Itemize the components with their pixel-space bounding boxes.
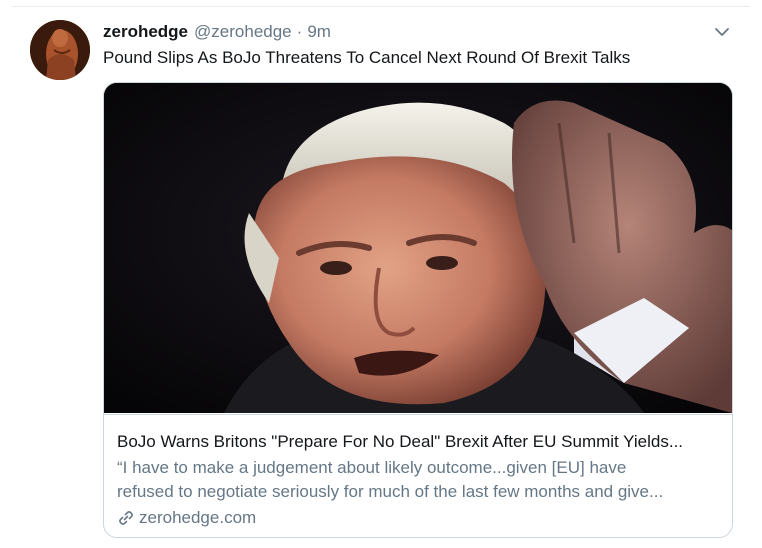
link-card[interactable]: BoJo Warns Britons "Prepare For No Deal"… xyxy=(103,82,733,538)
tweet-container: zerohedge @zerohedge · 9m Pound Slips As… xyxy=(0,0,762,548)
card-domain-label: zerohedge.com xyxy=(139,508,257,527)
card-description: “I have to make a judgement about likely… xyxy=(117,456,719,504)
card-domain[interactable]: zerohedge.com xyxy=(117,508,256,528)
chevron-down-icon[interactable] xyxy=(712,22,732,42)
display-name[interactable]: zerohedge xyxy=(103,22,188,42)
separator-dot: · xyxy=(296,22,303,41)
avatar-photo xyxy=(30,20,90,80)
divider xyxy=(12,6,750,7)
card-image[interactable] xyxy=(104,83,732,413)
link-icon xyxy=(119,511,133,525)
avatar[interactable] xyxy=(30,20,90,80)
tweet-header: zerohedge @zerohedge · 9m xyxy=(103,20,331,44)
user-handle[interactable]: @zerohedge xyxy=(194,22,292,42)
card-title: BoJo Warns Britons "Prepare For No Deal"… xyxy=(117,432,684,451)
card-description-line: refused to negotiate seriously for much … xyxy=(117,482,664,501)
card-body[interactable]: BoJo Warns Britons "Prepare For No Deal"… xyxy=(104,414,732,537)
tweet-text: Pound Slips As BoJo Threatens To Cancel … xyxy=(103,48,631,67)
card-description-line: “I have to make a judgement about likely… xyxy=(117,458,627,477)
timestamp[interactable]: 9m xyxy=(307,22,331,42)
